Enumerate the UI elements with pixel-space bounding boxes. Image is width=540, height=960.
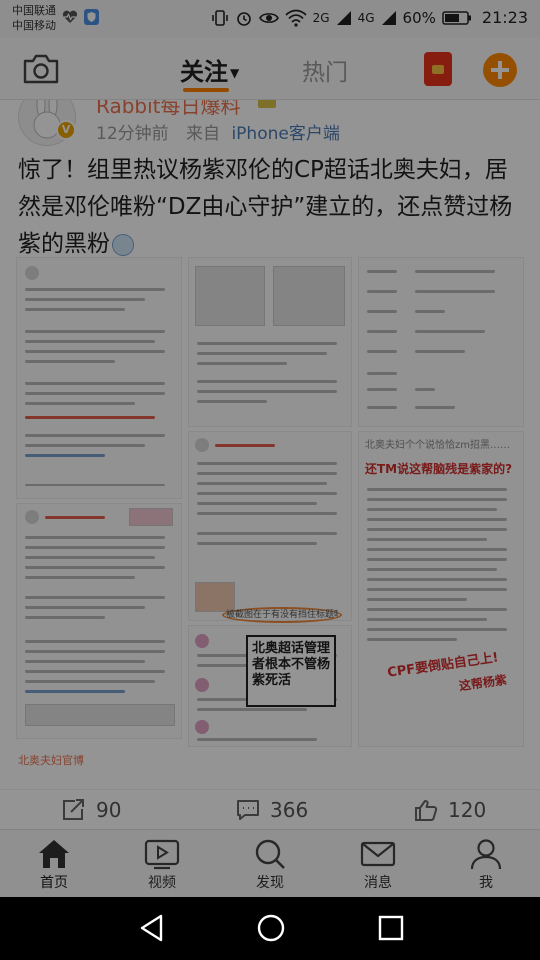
post-text: 惊了！组里热议杨紫邓伦的CP超话北奥夫妇，居然是邓伦唯粉“DZ由心守护”建立的，…	[18, 152, 522, 263]
thumb-red-headline: 还TM说这帮脑残是紫家的?	[365, 462, 513, 476]
discover-icon	[255, 839, 285, 869]
tab-follow[interactable]: 关注 ▼	[180, 52, 239, 87]
post-time: 12分钟前	[96, 124, 169, 144]
tab-video-label: 视频	[148, 875, 176, 891]
verified-badge: V	[56, 120, 76, 140]
network-4g: 4G	[357, 10, 375, 25]
image-grid: 北奥夫妇个个说恰恰zm招黑…… 还TM说这帮脑残是紫家的? CPF要倒贴自己上!…	[16, 257, 524, 767]
source-prefix: 来自	[186, 124, 221, 144]
alarm-icon	[236, 11, 251, 26]
tab-hot[interactable]: 热门	[302, 53, 348, 87]
post-text-body: 惊了！组里热议杨紫邓伦的CP超话北奥夫妇，居然是邓伦唯粉“DZ由心守护”建立的，…	[18, 157, 513, 257]
active-tab-indicator	[183, 88, 229, 92]
battery-icon	[442, 10, 471, 25]
top-nav: 关注 ▼ 热门	[0, 38, 540, 100]
status-bar: 中国联通 中国移动 2G 4G 60% 21:23	[0, 0, 540, 38]
tab-profile[interactable]: 我	[451, 838, 521, 892]
message-icon	[360, 841, 396, 867]
author-name[interactable]: Rabbit每日爆料	[96, 100, 241, 119]
image-thumb-5[interactable]	[188, 431, 352, 621]
battery-percent: 60%	[402, 8, 436, 27]
image-thumb-2[interactable]	[188, 257, 352, 427]
red-packet-icon[interactable]	[424, 52, 452, 86]
tab-profile-label: 我	[479, 875, 493, 891]
circled-note: 被截图在于有没有挡住标题呢	[226, 610, 338, 620]
signal-icon-2	[381, 10, 396, 25]
like-thumb-icon	[415, 800, 438, 821]
shield-icon	[84, 9, 99, 25]
image-thumb-3[interactable]	[358, 257, 524, 427]
signal-icon-1	[336, 10, 351, 25]
carrier-1: 中国联通	[12, 4, 56, 17]
wifi-icon	[285, 9, 307, 27]
repost-button[interactable]: 90	[62, 798, 121, 822]
feed[interactable]: V Rabbit每日爆料 12分钟前 来自 iPhone客户端 惊了！组里热议杨…	[0, 100, 540, 840]
image-thumb-1[interactable]	[16, 257, 182, 499]
image-thumb-6[interactable]: 北奥夫妇个个说恰恰zm招黑…… 还TM说这帮脑残是紫家的? CPF要倒贴自己上!…	[358, 431, 524, 747]
tab-discover[interactable]: 发现	[235, 838, 305, 892]
tab-discover-label: 发现	[256, 875, 284, 891]
profile-icon	[470, 839, 502, 870]
like-count: 120	[448, 798, 487, 822]
tab-video[interactable]: 视频	[127, 838, 197, 892]
bottom-tab-bar: 首页 视频 发现 消息 我	[0, 829, 540, 897]
like-button[interactable]: 120	[414, 798, 486, 822]
post-source[interactable]: iPhone客户端	[231, 124, 339, 144]
image-callout: 北奥超话管理者根本不管杨紫死活	[246, 635, 336, 707]
vip-badge-icon	[258, 100, 276, 108]
eye-icon	[258, 12, 279, 23]
compose-plus-icon[interactable]	[483, 53, 517, 87]
action-bar: 90 366 120	[0, 789, 540, 833]
recents-icon[interactable]	[377, 913, 405, 943]
comment-count: 366	[270, 798, 309, 822]
tab-home[interactable]: 首页	[19, 838, 89, 892]
android-nav-bar	[0, 897, 540, 960]
image-thumb-4[interactable]	[16, 503, 182, 739]
home-circle-icon[interactable]	[256, 913, 286, 943]
thumb-caption: 北奥夫妇个个说恰恰zm招黑……	[365, 440, 510, 451]
tab-follow-label: 关注	[180, 58, 228, 86]
tab-home-label: 首页	[40, 875, 68, 891]
chevron-down-icon: ▼	[230, 66, 240, 80]
comment-button[interactable]: 366	[236, 798, 308, 822]
tab-messages[interactable]: 消息	[343, 838, 413, 892]
clock: 21:23	[481, 8, 528, 27]
post-meta: 12分钟前 来自 iPhone客户端	[96, 119, 340, 144]
emoji-icon	[112, 233, 134, 256]
heart-pulse-icon	[62, 10, 78, 23]
network-2g: 2G	[312, 10, 330, 25]
video-icon	[144, 839, 180, 870]
thumb-red-banner-2: 这帮杨紫	[458, 672, 508, 694]
next-post-author[interactable]: 北奥夫妇官博	[18, 752, 84, 768]
repost-icon	[63, 799, 84, 820]
repost-count: 90	[96, 798, 122, 822]
home-icon	[39, 840, 69, 868]
vibrate-icon	[211, 9, 228, 26]
camera-icon[interactable]	[22, 53, 60, 85]
carrier-info: 中国联通 中国移动	[12, 3, 56, 33]
comment-icon	[237, 800, 259, 820]
carrier-2: 中国移动	[12, 19, 56, 32]
back-icon[interactable]	[138, 913, 166, 943]
tab-messages-label: 消息	[364, 875, 392, 891]
